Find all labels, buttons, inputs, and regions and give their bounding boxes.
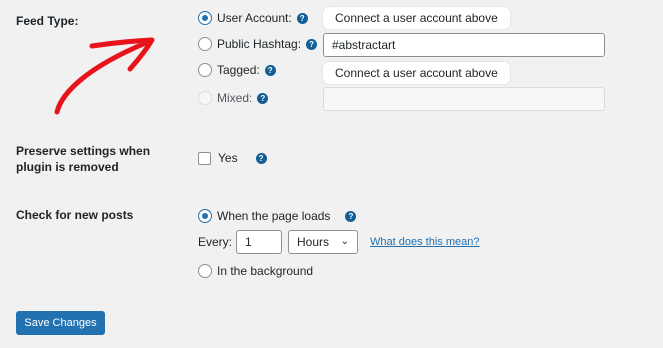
red-arrow-icon <box>54 37 155 115</box>
settings-panel: Feed Type: User Account: ? Connect a use… <box>0 0 663 348</box>
